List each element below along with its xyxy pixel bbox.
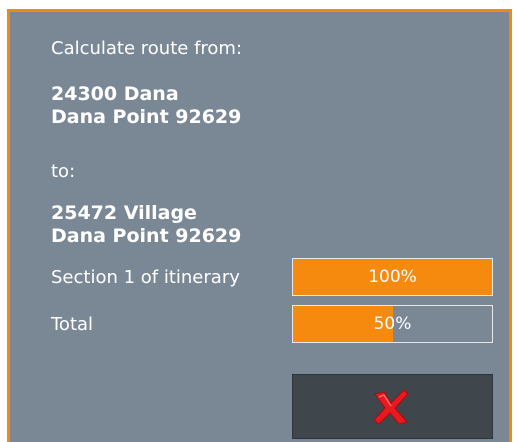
total-progress-label: Total [51,314,94,335]
red-x-icon [373,389,409,425]
from-address: 24300 Dana Dana Point 92629 [51,83,241,129]
section-progress-value: 100% [368,267,417,287]
route-calculation-panel: Calculate route from: 24300 Dana Dana Po… [7,9,512,442]
from-address-line2: Dana Point 92629 [51,106,242,128]
from-label: Calculate route from: [51,38,243,59]
section-progress-label: Section 1 of itinerary [51,267,240,288]
to-address-line2: Dana Point 92629 [51,225,242,247]
total-progress-bar: 50% [292,305,493,343]
route-calculation-window: Calculate route from: 24300 Dana Dana Po… [0,0,517,442]
total-progress-value: 50% [373,314,412,334]
section-progress-bar: 100% [292,258,493,296]
cancel-button[interactable] [292,374,493,439]
to-label: to: [51,161,76,182]
from-address-line1: 24300 Dana [51,83,179,105]
to-address: 25472 Village Dana Point 92629 [51,202,241,248]
to-address-line1: 25472 Village [51,202,197,224]
